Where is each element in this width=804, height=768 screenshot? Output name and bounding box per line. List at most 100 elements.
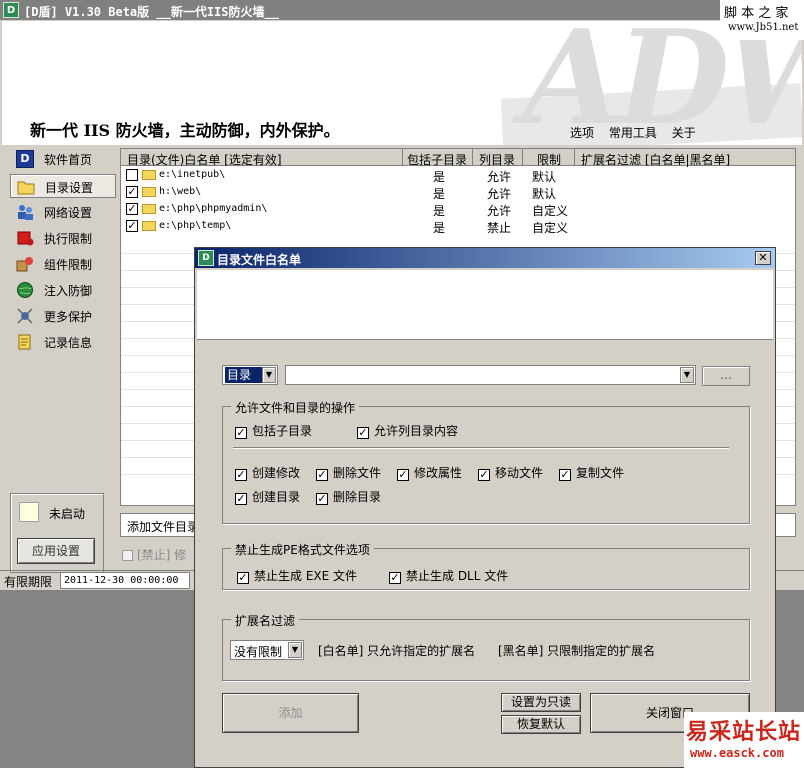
sidebar-item-label: 软件首页	[44, 153, 93, 167]
sidebar-item-more-protection[interactable]: 更多保护	[10, 304, 116, 328]
ext-filter-select[interactable]: 没有限制 ▼	[230, 640, 304, 660]
service-status-panel: 未启动 应用设置	[10, 493, 104, 573]
col-include-subdir[interactable]: 包括子目录	[403, 149, 473, 167]
menu-tools[interactable]: 常用工具	[609, 126, 657, 140]
red-box-icon	[16, 229, 34, 247]
group-title: 禁止生成PE格式文件选项	[231, 541, 374, 558]
d-shield-logo-icon: D	[198, 250, 214, 266]
check-icon: ✓	[478, 468, 490, 481]
sidebar-item-component-limit[interactable]: 组件限制	[10, 252, 116, 276]
table-row[interactable]: e:\inetpub\ 是 允许 默认	[121, 167, 795, 184]
forbid-exe-checkbox[interactable]: ✓ 禁止生成 EXE 文件	[237, 567, 357, 584]
check-icon: ✓	[235, 426, 247, 439]
op-modify-attr-checkbox[interactable]: ✓ 修改属性	[397, 464, 462, 481]
group-title: 扩展名过滤	[231, 612, 300, 629]
include-subdir-checkbox[interactable]: ✓ 包括子目录	[235, 422, 312, 439]
check-icon: ✓	[389, 571, 401, 584]
watermark-bottom-url: www.easck.com	[690, 746, 784, 760]
allow-list-checkbox[interactable]: ✓ 允许列目录内容	[357, 422, 458, 439]
group-title: 允许文件和目录的操作	[231, 399, 360, 416]
col-directory[interactable]: 目录(文件)白名单 [选定有效]	[121, 149, 403, 167]
check-icon: ✓	[397, 468, 409, 481]
dialog-title: 目录文件白名单	[217, 253, 302, 267]
set-readonly-button[interactable]: 设置为只读	[501, 693, 581, 712]
col-limit[interactable]: 限制	[523, 149, 575, 167]
close-icon[interactable]: ✕	[755, 251, 771, 265]
check-icon: ✓	[235, 492, 247, 505]
check-icon: ✓	[559, 468, 571, 481]
watermark-top-title: 脚 本 之 家	[724, 6, 789, 21]
add-button[interactable]: 添加	[222, 693, 359, 733]
components-icon	[16, 255, 34, 273]
check-icon: ✓	[357, 426, 369, 439]
pe-group: 禁止生成PE格式文件选项 ✓ 禁止生成 EXE 文件 ✓ 禁止生成 DLL 文件	[222, 541, 750, 590]
folder-icon	[142, 221, 156, 231]
op-create-dir-checkbox[interactable]: ✓ 创建目录	[235, 488, 300, 505]
sidebar-item-label: 记录信息	[44, 336, 93, 350]
sidebar-item-network[interactable]: 网络设置	[10, 200, 116, 224]
row-checkbox[interactable]: ✓	[126, 220, 138, 232]
chevron-down-icon[interactable]: ▼	[288, 642, 302, 658]
op-delete-dir-checkbox[interactable]: ✓ 删除目录	[316, 488, 381, 505]
op-delete-file-checkbox[interactable]: ✓ 删除文件	[316, 464, 381, 481]
op-create-modify-checkbox[interactable]: ✓ 创建修改	[235, 464, 300, 481]
sidebar-item-label: 注入防御	[44, 284, 93, 298]
menu-options[interactable]: 选项	[570, 126, 594, 140]
menu-about[interactable]: 关于	[672, 126, 696, 140]
sidebar-item-injection-defense[interactable]: 注入防御	[10, 278, 116, 302]
table-row[interactable]: ✓ h:\web\ 是 允许 默认	[121, 184, 795, 201]
sidebar-item-directory[interactable]: 目录设置	[10, 174, 116, 198]
sidebar-item-log[interactable]: 记录信息	[10, 330, 116, 354]
check-icon: ✓	[316, 468, 328, 481]
separator	[233, 447, 729, 448]
banner-slogan: 新一代 IIS 防火墙，主动防御，内外保护。	[30, 121, 340, 140]
d-shield-logo-icon: D	[3, 2, 19, 18]
expiry-label: 有限期限	[4, 575, 53, 589]
window-title: [D盾] V1.30 Beta版 __新一代IIS防火墙__	[24, 5, 279, 19]
row-checkbox[interactable]: ✓	[126, 203, 138, 215]
dialog-info-area	[197, 270, 773, 340]
sidebar-item-label: 目录设置	[45, 181, 94, 195]
forbid-checkbox[interactable]	[122, 550, 133, 561]
row-checkbox[interactable]: ✓	[126, 186, 138, 198]
sidebar: D 软件首页 目录设置 网络设置 执行限制 组件限制 注入防御 更多保护 记录信…	[10, 147, 116, 507]
table-row[interactable]: ✓ e:\php\phpmyadmin\ 是 允许 自定义	[121, 201, 795, 218]
chevron-down-icon[interactable]: ▼	[680, 367, 694, 383]
col-ext-filter[interactable]: 扩展名过滤 [白名单|黑名单]	[575, 149, 795, 167]
watermark-bottom-title: 易采站长站	[686, 719, 802, 745]
expiry-value: 2011-12-30 00:00:00	[60, 572, 190, 589]
dialog-title-bar[interactable]: D 目录文件白名单 ✕	[195, 248, 775, 268]
path-input[interactable]: ▼	[285, 365, 696, 385]
forbid-dll-checkbox[interactable]: ✓ 禁止生成 DLL 文件	[389, 567, 508, 584]
network-users-icon	[16, 203, 34, 221]
status-indicator	[19, 502, 39, 522]
browse-button[interactable]: ...	[702, 366, 750, 386]
blacklist-desc: [黑名单] 只限制指定的扩展名	[498, 644, 656, 658]
log-icon	[16, 333, 34, 351]
sidebar-item-exec-limit[interactable]: 执行限制	[10, 226, 116, 250]
chevron-down-icon[interactable]: ▼	[262, 367, 276, 383]
restore-default-button[interactable]: 恢复默认	[501, 715, 581, 734]
op-copy-file-checkbox[interactable]: ✓ 复制文件	[559, 464, 624, 481]
forbid-option[interactable]: [禁止] 修	[122, 546, 186, 563]
add-file-text: 添加文件目录	[127, 520, 200, 534]
sidebar-item-label: 更多保护	[44, 310, 93, 324]
apply-settings-button[interactable]: 应用设置	[17, 538, 95, 564]
folder-icon	[17, 178, 35, 196]
check-icon: ✓	[235, 468, 247, 481]
table-row[interactable]: ✓ e:\php\temp\ 是 禁止 自定义	[121, 218, 795, 235]
whitelist-desc: [白名单] 只允许指定的扩展名	[318, 644, 476, 658]
status-text: 未启动	[49, 507, 86, 521]
op-move-file-checkbox[interactable]: ✓ 移动文件	[478, 464, 543, 481]
col-list-dir[interactable]: 列目录	[473, 149, 523, 167]
sidebar-item-home[interactable]: D 软件首页	[10, 147, 116, 171]
sidebar-item-label: 执行限制	[44, 232, 93, 246]
ext-group: 扩展名过滤 没有限制 ▼ [白名单] 只允许指定的扩展名 [黑名单] 只限制指定…	[222, 612, 750, 681]
watermark-top-url: www.Jb51.net	[728, 22, 799, 33]
watermark-top: 脚 本 之 家 www.Jb51.net	[720, 0, 804, 40]
watermark-bottom: 易采站长站 www.easck.com	[684, 712, 804, 768]
ops-group: 允许文件和目录的操作 ✓ 包括子目录 ✓ 允许列目录内容 ✓ 创建修改 ✓ 删除文件 ✓…	[222, 399, 750, 524]
table-header: 目录(文件)白名单 [选定有效] 包括子目录 列目录 限制 扩展名过滤 [白名单…	[121, 149, 795, 167]
row-checkbox[interactable]	[126, 169, 138, 181]
type-select[interactable]: 目录 ▼	[222, 365, 278, 385]
